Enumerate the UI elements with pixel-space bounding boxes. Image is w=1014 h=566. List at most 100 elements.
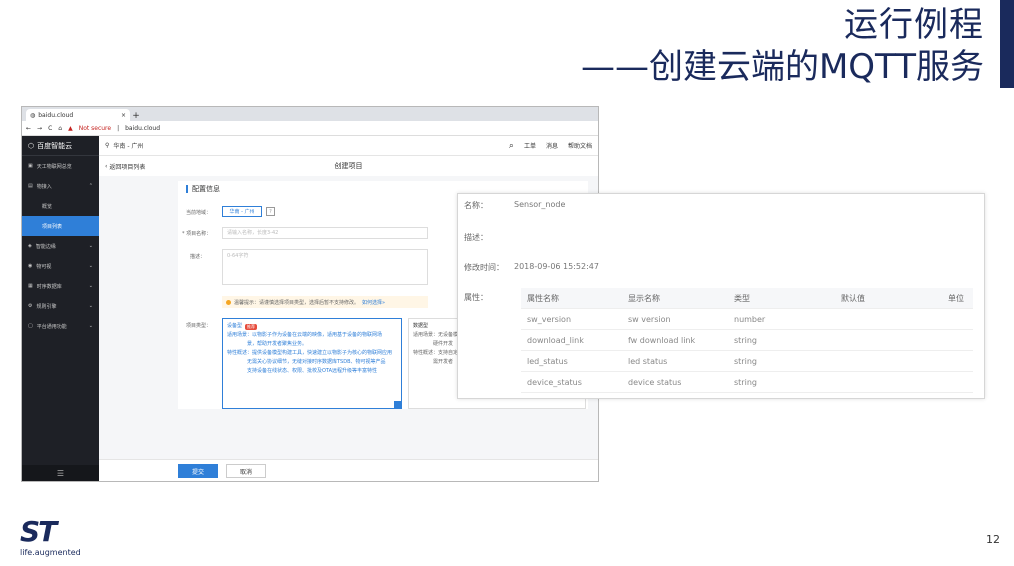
sidebar-item-label: 规则引擎 [36, 303, 57, 310]
table-cell: number [734, 314, 766, 324]
sidebar-item-label: 时序数据库 [36, 283, 62, 290]
sidebar-item-iot-access[interactable]: ▤ 物接入 ⌃ [22, 176, 99, 196]
sidebar-item-label: 项目列表 [42, 223, 63, 230]
table-header: 属性名称 显示名称 类型 默认值 单位 [521, 288, 973, 309]
chevron-up-icon: ⌃ [88, 183, 93, 189]
logo-tagline: life.augmented [20, 548, 81, 557]
sidebar-item-edge[interactable]: ◈ 智能边缘 ⌄ [22, 236, 99, 256]
tab-bar: ◍ baidu.cloud × + [22, 107, 598, 121]
sidebar-item-visual[interactable]: ◉ 物可视 ⌄ [22, 256, 99, 276]
warning-dot-icon [226, 299, 231, 305]
table-cell: led status [628, 356, 668, 366]
slide-title: 运行例程 ——创建云端的MQTT服务 [581, 4, 984, 88]
column-header: 默认值 [841, 293, 865, 303]
table-cell: led_status [527, 356, 568, 366]
section-title: 配置信息 [186, 185, 588, 193]
modified-label: 修改时间： [464, 263, 504, 272]
reload-icon[interactable]: C [48, 125, 52, 132]
chevron-down-icon: ⌄ [88, 263, 93, 269]
sidebar-item-label: 智能边缘 [35, 243, 56, 250]
sidebar-item-tsdb[interactable]: ▦ 时序数据库 ⌄ [22, 276, 99, 296]
sidebar-item-label: 平台通用功能 [36, 323, 67, 330]
back-arrow-icon[interactable]: ← [26, 125, 31, 132]
search-icon[interactable]: ⌕ [509, 141, 514, 151]
new-tab-button[interactable]: + [130, 111, 142, 121]
tip-notice: 温馨提示：请谨慎选择项目类型，选择后暂不支持修改。 如何选择» [222, 296, 428, 308]
table-cell: sw_version [527, 314, 572, 324]
cancel-button[interactable]: 取消 [226, 464, 266, 478]
column-header: 显示名称 [628, 293, 660, 303]
sidebar: ⬡ 百度智能云 ▣ 天工物联网总览 ▤ 物接入 ⌃ 概览 项目列表 ◈ 智能边缘… [22, 136, 99, 481]
region-label: 当前地域： [186, 210, 212, 216]
sidebar-item-label: 天工物联网总览 [36, 163, 72, 170]
nav-link-tickets[interactable]: 工单 [524, 141, 536, 150]
st-logo: ST life.augmented [20, 515, 81, 558]
sidebar-item-common[interactable]: ▢ 平台通用功能 ⌄ [22, 316, 99, 336]
table-cell: string [734, 335, 757, 345]
eye-icon: ◉ [28, 263, 33, 269]
submit-button[interactable]: 提交 [178, 464, 218, 478]
edge-icon: ◈ [28, 243, 32, 249]
cloud-logo-icon: ⬡ [28, 141, 35, 150]
brand-logo[interactable]: ⬡ 百度智能云 [22, 136, 99, 156]
description-label: 描述： [190, 254, 206, 260]
attributes-label: 属性： [464, 293, 488, 302]
globe-icon: ◍ [30, 111, 36, 119]
sidebar-item-overview[interactable]: ▣ 天工物联网总览 [22, 156, 99, 176]
table-cell: fw download link [628, 335, 696, 345]
table-cell: device_status [527, 377, 582, 387]
slide-title-line2: ——创建云端的MQTT服务 [580, 47, 984, 87]
location-icon: ⚲ [105, 142, 110, 149]
column-header: 类型 [734, 293, 750, 303]
how-to-choose-link[interactable]: 如何选择» [362, 299, 385, 306]
name-value: Sensor_node [514, 200, 566, 209]
url-field[interactable]: baidu.cloud [125, 125, 160, 132]
collapse-sidebar-button[interactable]: ☰ [22, 465, 99, 481]
page-title: 创建项目 [334, 162, 363, 170]
attributes-table: 属性名称 显示名称 类型 默认值 单位 sw_version sw versio… [521, 288, 973, 393]
description-textarea[interactable]: 0-64字符 [222, 249, 428, 285]
table-row: led_status led status string [521, 351, 973, 372]
device-icon: ▤ [28, 183, 33, 189]
help-icon[interactable]: ? [266, 207, 275, 216]
type-card-device[interactable]: 设备型 推荐 适用场景：以物影子作为设备在云端的映像，适用基于设备的物联网场 景… [222, 318, 402, 409]
region-button[interactable]: 华南 - 广州 [222, 206, 262, 217]
sidebar-item-rules[interactable]: ⚙ 规则引擎 ⌄ [22, 296, 99, 316]
sidebar-item-label: 概览 [42, 203, 53, 210]
browser-tab[interactable]: ◍ baidu.cloud × [26, 109, 130, 121]
selected-check-icon [394, 401, 401, 408]
not-secure-label[interactable]: Not secure [79, 125, 111, 132]
warning-icon: ▲ [68, 124, 73, 132]
name-label: 名称： [464, 201, 488, 210]
form-actions: 提交 取消 [99, 459, 598, 481]
menu-collapse-icon: ☰ [56, 468, 65, 478]
type-card-line: 适用场景：以物影子作为设备在云端的映像，适用基于设备的物联网场 [227, 332, 383, 338]
table-row: sw_version sw version number [521, 309, 973, 330]
address-bar: ← → C ⌂ ▲ Not secure | baidu.cloud [22, 121, 598, 136]
nav-link-docs[interactable]: 帮助文档 [568, 141, 592, 150]
type-card-line: 特性概述：提供设备模型构建工具，快速建立以物影子为核心的物联网应用 [227, 350, 393, 356]
region-selector[interactable]: 华南 - 广州 [113, 141, 143, 150]
desc-label: 描述： [464, 233, 488, 242]
type-card-line: 支持设备在线状态、权限、批校及OTA远程升级等丰富特性 [247, 368, 378, 374]
grid-icon: ▣ [28, 163, 33, 169]
table-cell: string [734, 356, 757, 366]
project-name-input[interactable]: 请输入名称，长度3-42 [222, 227, 428, 239]
close-icon[interactable]: × [121, 112, 126, 119]
st-logo-mark: ST [20, 515, 57, 548]
sidebar-item-summary[interactable]: 概览 [22, 196, 99, 216]
table-cell: string [734, 377, 757, 387]
corner-accent-bar [1000, 0, 1014, 88]
gear-icon: ⚙ [28, 303, 33, 309]
sidebar-item-project-list[interactable]: 项目列表 [22, 216, 99, 236]
nav-link-messages[interactable]: 消息 [546, 141, 558, 150]
page-number: 12 [986, 533, 1000, 546]
table-cell: download_link [527, 335, 584, 345]
top-nav: ⚲ 华南 - 广州 ⌕ 工单 消息 帮助文档 [99, 136, 598, 156]
brand-name: 百度智能云 [37, 141, 73, 150]
breadcrumb: ‹ 返回项目列表 创建项目 [99, 156, 598, 176]
forward-arrow-icon[interactable]: → [37, 125, 42, 132]
home-icon[interactable]: ⌂ [58, 125, 62, 132]
table-cell: device status [628, 377, 682, 387]
divider: | [117, 124, 120, 132]
